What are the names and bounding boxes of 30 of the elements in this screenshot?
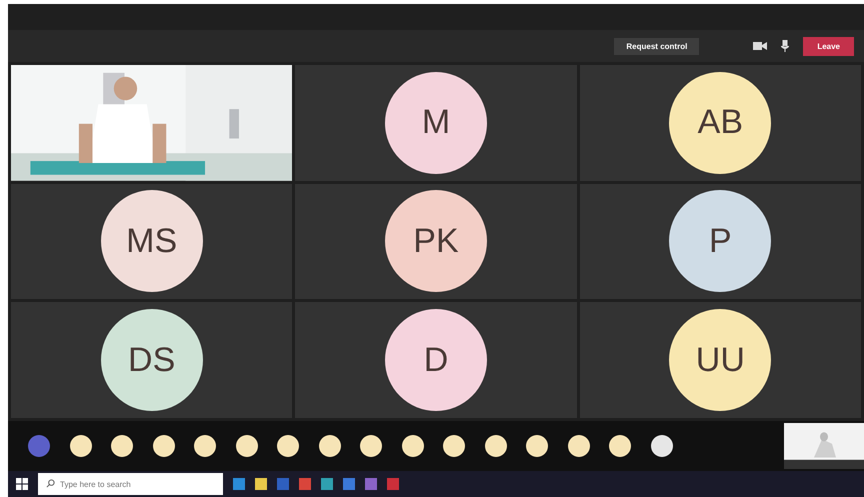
participant-initials: P bbox=[708, 222, 732, 261]
participant-avatar[interactable] bbox=[194, 435, 216, 457]
participant-initials: MS bbox=[126, 222, 178, 261]
camera-icon[interactable] bbox=[753, 41, 768, 51]
leave-button[interactable]: Leave bbox=[803, 36, 854, 56]
participant-initials: UU bbox=[696, 340, 745, 380]
participant-avatar[interactable] bbox=[111, 435, 133, 457]
participant-avatar[interactable] bbox=[277, 435, 299, 457]
participant-avatar[interactable] bbox=[360, 435, 382, 457]
participant-avatar[interactable] bbox=[402, 435, 424, 457]
participant-initials: PK bbox=[413, 222, 459, 261]
participant-initials: D bbox=[424, 340, 448, 380]
request-control-button[interactable]: Request control bbox=[614, 38, 700, 54]
participant-initials: AB bbox=[698, 103, 743, 142]
participant-avatar[interactable] bbox=[152, 435, 174, 457]
participant-avatar[interactable] bbox=[70, 435, 92, 457]
participant-initials: M bbox=[422, 103, 450, 142]
windows-start-icon[interactable] bbox=[16, 478, 28, 490]
taskbar-search-field[interactable]: Type here to search bbox=[38, 473, 223, 495]
microphone-icon[interactable] bbox=[781, 40, 790, 52]
participant-avatar[interactable] bbox=[568, 435, 590, 457]
participant-initials: DS bbox=[128, 340, 176, 380]
participant-avatar[interactable] bbox=[650, 435, 672, 457]
participant-avatar[interactable] bbox=[526, 435, 548, 457]
participant-avatar[interactable] bbox=[236, 435, 258, 457]
participant-avatar[interactable] bbox=[484, 435, 506, 457]
participant-avatar[interactable] bbox=[318, 435, 340, 457]
search-icon bbox=[46, 479, 55, 488]
participant-avatar[interactable] bbox=[443, 435, 465, 457]
participant-avatar[interactable] bbox=[609, 435, 631, 457]
